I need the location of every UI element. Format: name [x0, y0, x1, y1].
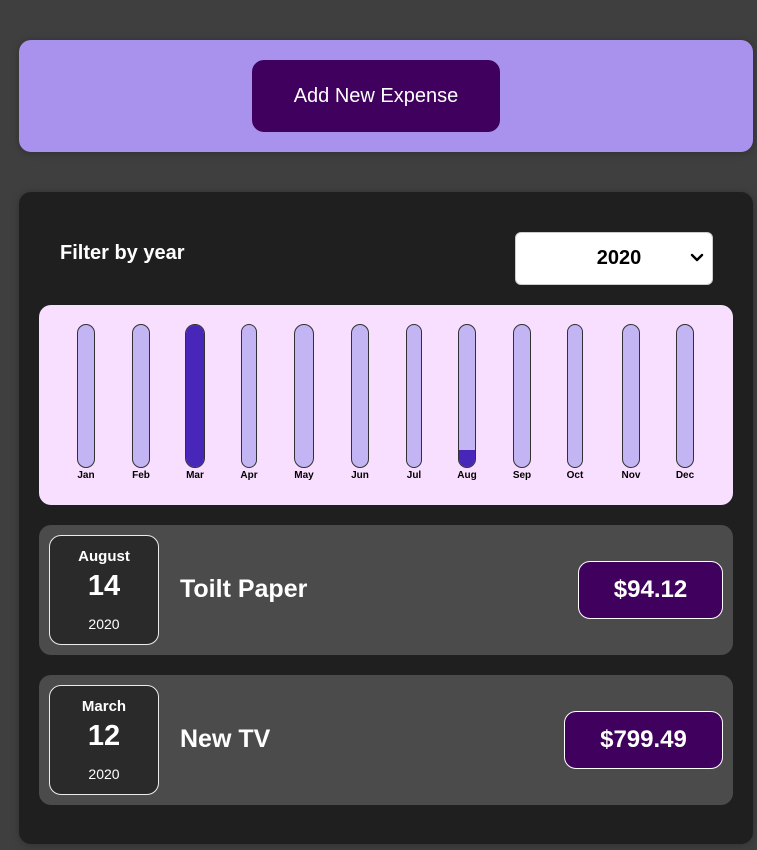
expense-date-year: 2020 [88, 616, 120, 632]
chart-bar-label: Aug [457, 470, 477, 481]
chevron-down-icon [690, 253, 704, 262]
chart-bar-track [567, 324, 583, 468]
expense-item: August 14 2020 Toilt Paper $94.12 [39, 525, 733, 655]
expense-date: March 12 2020 [49, 685, 159, 795]
chart-bar-label: Jul [406, 470, 422, 481]
chart-bar-label: Nov [621, 470, 641, 481]
chart-bar-track [622, 324, 640, 468]
chart-bar-track [132, 324, 150, 468]
chart-bar-track [676, 324, 694, 468]
chart-bar-sep: Sep [502, 324, 542, 494]
chart-bar-jul: Jul [394, 324, 434, 494]
chart-bar-aug: Aug [447, 324, 487, 494]
chart-bar-label: Apr [240, 470, 258, 481]
chart-bar-track [458, 324, 476, 468]
add-new-expense-button[interactable]: Add New Expense [252, 60, 500, 132]
chart-bar-oct: Oct [555, 324, 595, 494]
chart-bar-fill [186, 325, 204, 467]
expenses-panel: Filter by year 2020 Jan Feb Mar Apr May Jun Ju… [19, 192, 753, 844]
chart-bar-dec: Dec [665, 324, 705, 494]
chart-bar-fill [459, 450, 475, 467]
filter-label: Filter by year [60, 242, 185, 264]
chart-bar-feb: Feb [121, 324, 161, 494]
chart-bar-label: May [294, 470, 314, 481]
expense-date-month: March [81, 698, 127, 715]
chart-bar-track [294, 324, 314, 468]
monthly-expenses-chart: Jan Feb Mar Apr May Jun Jul Aug Sep Oct Nov Dec [39, 305, 733, 505]
chart-bar-apr: Apr [229, 324, 269, 494]
expense-date-year: 2020 [88, 766, 120, 782]
chart-bar-track [77, 324, 95, 468]
chart-bar-may: May [284, 324, 324, 494]
expense-price: $799.49 [564, 711, 723, 769]
new-expense-panel: Add New Expense [19, 40, 753, 152]
chart-bar-label: Oct [566, 470, 584, 481]
expense-date-month: August [78, 548, 130, 565]
expense-date-day: 14 [87, 570, 121, 602]
chart-bar-track [241, 324, 257, 468]
expense-title: Toilt Paper [180, 575, 308, 603]
chart-bar-label: Jan [77, 470, 95, 481]
chart-bar-jan: Jan [66, 324, 106, 494]
chart-bar-label: Sep [512, 470, 532, 481]
year-filter-value: 2020 [596, 247, 642, 269]
chart-bar-label: Dec [675, 470, 695, 481]
chart-bar-jun: Jun [340, 324, 380, 494]
expense-date-day: 12 [87, 720, 121, 752]
chart-bar-track [406, 324, 422, 468]
chart-bar-label: Mar [186, 470, 204, 481]
year-filter-select[interactable]: 2020 [515, 232, 713, 285]
expense-date: August 14 2020 [49, 535, 159, 645]
chart-bar-track [351, 324, 369, 468]
chart-bar-nov: Nov [611, 324, 651, 494]
chart-bar-label: Feb [132, 470, 150, 481]
expense-item: March 12 2020 New TV $799.49 [39, 675, 733, 805]
chart-bar-mar: Mar [175, 324, 215, 494]
expense-price: $94.12 [578, 561, 723, 619]
expense-title: New TV [180, 725, 271, 753]
chart-bar-track [513, 324, 531, 468]
chart-bar-track [185, 324, 205, 468]
chart-bar-label: Jun [351, 470, 369, 481]
